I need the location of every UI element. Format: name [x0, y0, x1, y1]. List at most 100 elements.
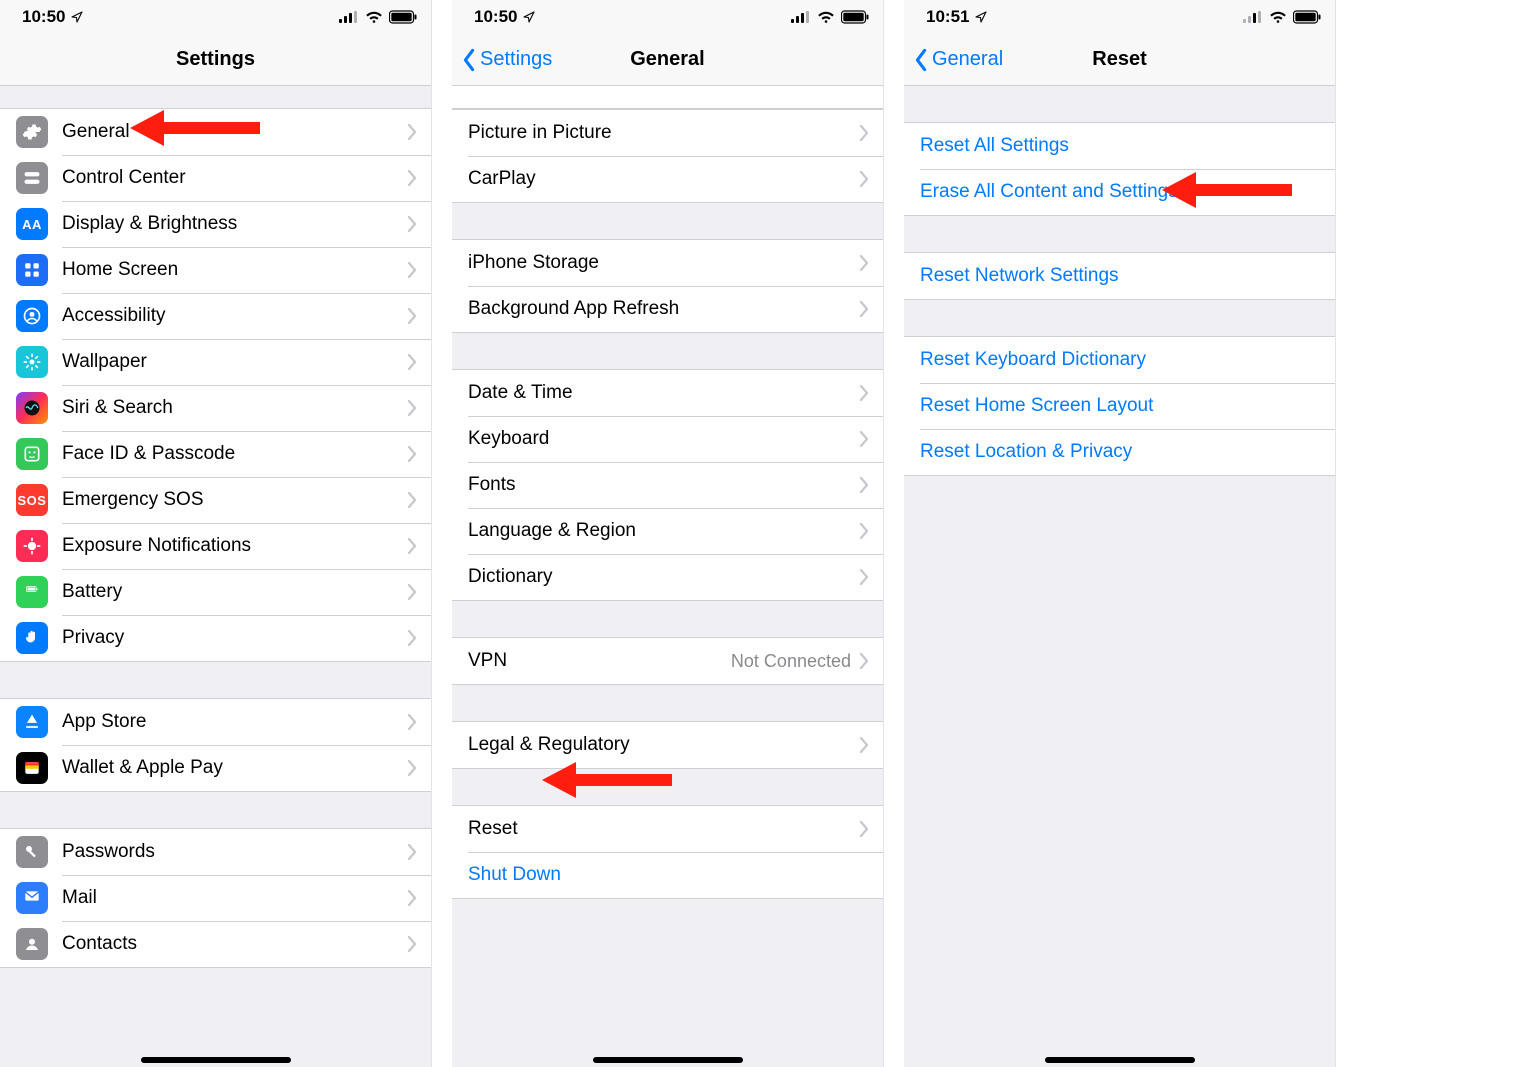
status-bar: 10:50 — [452, 0, 883, 34]
row-reset[interactable]: Reset — [452, 806, 883, 852]
chevron-right-icon — [859, 523, 869, 539]
row-battery[interactable]: Battery — [0, 569, 431, 615]
toggles-icon — [16, 162, 48, 194]
row-label: Language & Region — [468, 520, 859, 542]
row-label: Exposure Notifications — [62, 535, 407, 557]
row-reset-loc[interactable]: Reset Location & Privacy — [904, 429, 1335, 475]
chevron-right-icon — [859, 301, 869, 317]
chevron-right-icon — [407, 584, 417, 600]
wifi-icon — [365, 10, 383, 24]
partial-row[interactable]: . — [452, 86, 883, 108]
row-langreg[interactable]: Language & Region — [452, 508, 883, 554]
row-label: Reset Location & Privacy — [920, 441, 1321, 463]
row-label: Shut Down — [468, 864, 869, 886]
general-group-6: Reset Shut Down — [452, 805, 883, 899]
AA-icon: AA — [16, 208, 48, 240]
row-faceid-passcode[interactable]: Face ID & Passcode — [0, 431, 431, 477]
row-label: Dictionary — [468, 566, 859, 588]
row-label: Date & Time — [468, 382, 859, 404]
row-emergency-sos[interactable]: SOSEmergency SOS — [0, 477, 431, 523]
row-label: Contacts — [62, 933, 407, 955]
row-pip[interactable]: Picture in Picture — [452, 110, 883, 156]
battery-icon — [389, 10, 417, 24]
status-bar: 10:51 — [904, 0, 1335, 34]
row-fonts[interactable]: Fonts — [452, 462, 883, 508]
home-indicator — [141, 1057, 291, 1063]
row-label: Privacy — [62, 627, 407, 649]
row-reset-all[interactable]: Reset All Settings — [904, 123, 1335, 169]
row-label: Legal & Regulatory — [468, 734, 859, 756]
row-exposure[interactable]: Exposure Notifications — [0, 523, 431, 569]
reset-group-3: Reset Keyboard Dictionary Reset Home Scre… — [904, 336, 1335, 476]
row-app-store[interactable]: App Store — [0, 699, 431, 745]
wifi-icon — [1269, 10, 1287, 24]
row-label: Reset Home Screen Layout — [920, 395, 1321, 417]
row-reset-home[interactable]: Reset Home Screen Layout — [904, 383, 1335, 429]
back-button[interactable]: Settings — [460, 34, 552, 85]
row-display-brightness[interactable]: AA Display & Brightness — [0, 201, 431, 247]
row-erase-all[interactable]: Erase All Content and Settings — [904, 169, 1335, 215]
row-label: Reset All Settings — [920, 135, 1321, 157]
row-vpn[interactable]: VPNNot Connected — [452, 638, 883, 684]
settings-group-3: PasswordsMail Contacts — [0, 828, 431, 968]
chevron-right-icon — [859, 653, 869, 669]
row-dict[interactable]: Dictionary — [452, 554, 883, 600]
row-passwords[interactable]: Passwords — [0, 829, 431, 875]
row-accessibility[interactable]: Accessibility — [0, 293, 431, 339]
row-bgapp[interactable]: Background App Refresh — [452, 286, 883, 332]
battery-icon — [1293, 10, 1321, 24]
row-label: App Store — [62, 711, 407, 733]
gear-icon — [16, 116, 48, 148]
chevron-right-icon — [407, 308, 417, 324]
row-label: Emergency SOS — [62, 489, 407, 511]
status-time: 10:50 — [474, 7, 517, 27]
chevron-right-icon — [407, 400, 417, 416]
row-mail[interactable]: Mail — [0, 875, 431, 921]
row-home-screen[interactable]: Home Screen — [0, 247, 431, 293]
row-label: Fonts — [468, 474, 859, 496]
chevron-right-icon — [859, 737, 869, 753]
key-icon — [16, 836, 48, 868]
row-siri-search[interactable]: Siri & Search — [0, 385, 431, 431]
navbar: Settings General — [452, 34, 883, 86]
row-label: General — [62, 121, 407, 143]
hand-icon — [16, 622, 48, 654]
settings-group-2: App Store Wallet & Apple Pay — [0, 698, 431, 792]
row-keyboard[interactable]: Keyboard — [452, 416, 883, 462]
battery-icon — [841, 10, 869, 24]
row-datetime[interactable]: Date & Time — [452, 370, 883, 416]
chevron-right-icon — [407, 492, 417, 508]
row-label: Display & Brightness — [62, 213, 407, 235]
row-wallpaper[interactable]: Wallpaper — [0, 339, 431, 385]
row-shutdown[interactable]: Shut Down — [452, 852, 883, 898]
row-contacts[interactable]: Contacts — [0, 921, 431, 967]
chevron-right-icon — [859, 431, 869, 447]
chevron-left-icon — [912, 48, 930, 72]
panel-general: 10:50 Settings General . Picture in Pi — [452, 0, 884, 1067]
location-icon — [523, 11, 535, 23]
row-wallet-applepay[interactable]: Wallet & Apple Pay — [0, 745, 431, 791]
siri-icon — [16, 392, 48, 424]
appstore-icon — [16, 706, 48, 738]
chevron-right-icon — [407, 170, 417, 186]
chevron-right-icon — [859, 569, 869, 585]
row-storage[interactable]: iPhone Storage — [452, 240, 883, 286]
row-reset-kbd[interactable]: Reset Keyboard Dictionary — [904, 337, 1335, 383]
page-title: General — [630, 48, 704, 71]
row-carplay[interactable]: CarPlay — [452, 156, 883, 202]
cell-signal-icon — [791, 10, 811, 24]
row-label: Reset Network Settings — [920, 265, 1321, 287]
back-button[interactable]: General — [912, 34, 1003, 85]
row-general[interactable]: General — [0, 109, 431, 155]
row-legal[interactable]: Legal & Regulatory — [452, 722, 883, 768]
row-label: Reset — [468, 818, 859, 840]
cell-signal-icon — [339, 10, 359, 24]
person-icon — [16, 300, 48, 332]
wifi-icon — [817, 10, 835, 24]
row-reset-net[interactable]: Reset Network Settings — [904, 253, 1335, 299]
general-group-cut: . — [452, 86, 883, 109]
chevron-right-icon — [407, 124, 417, 140]
panel-reset: 10:51 General Reset Reset All SettingsEr… — [904, 0, 1336, 1067]
row-control-center[interactable]: Control Center — [0, 155, 431, 201]
row-privacy[interactable]: Privacy — [0, 615, 431, 661]
